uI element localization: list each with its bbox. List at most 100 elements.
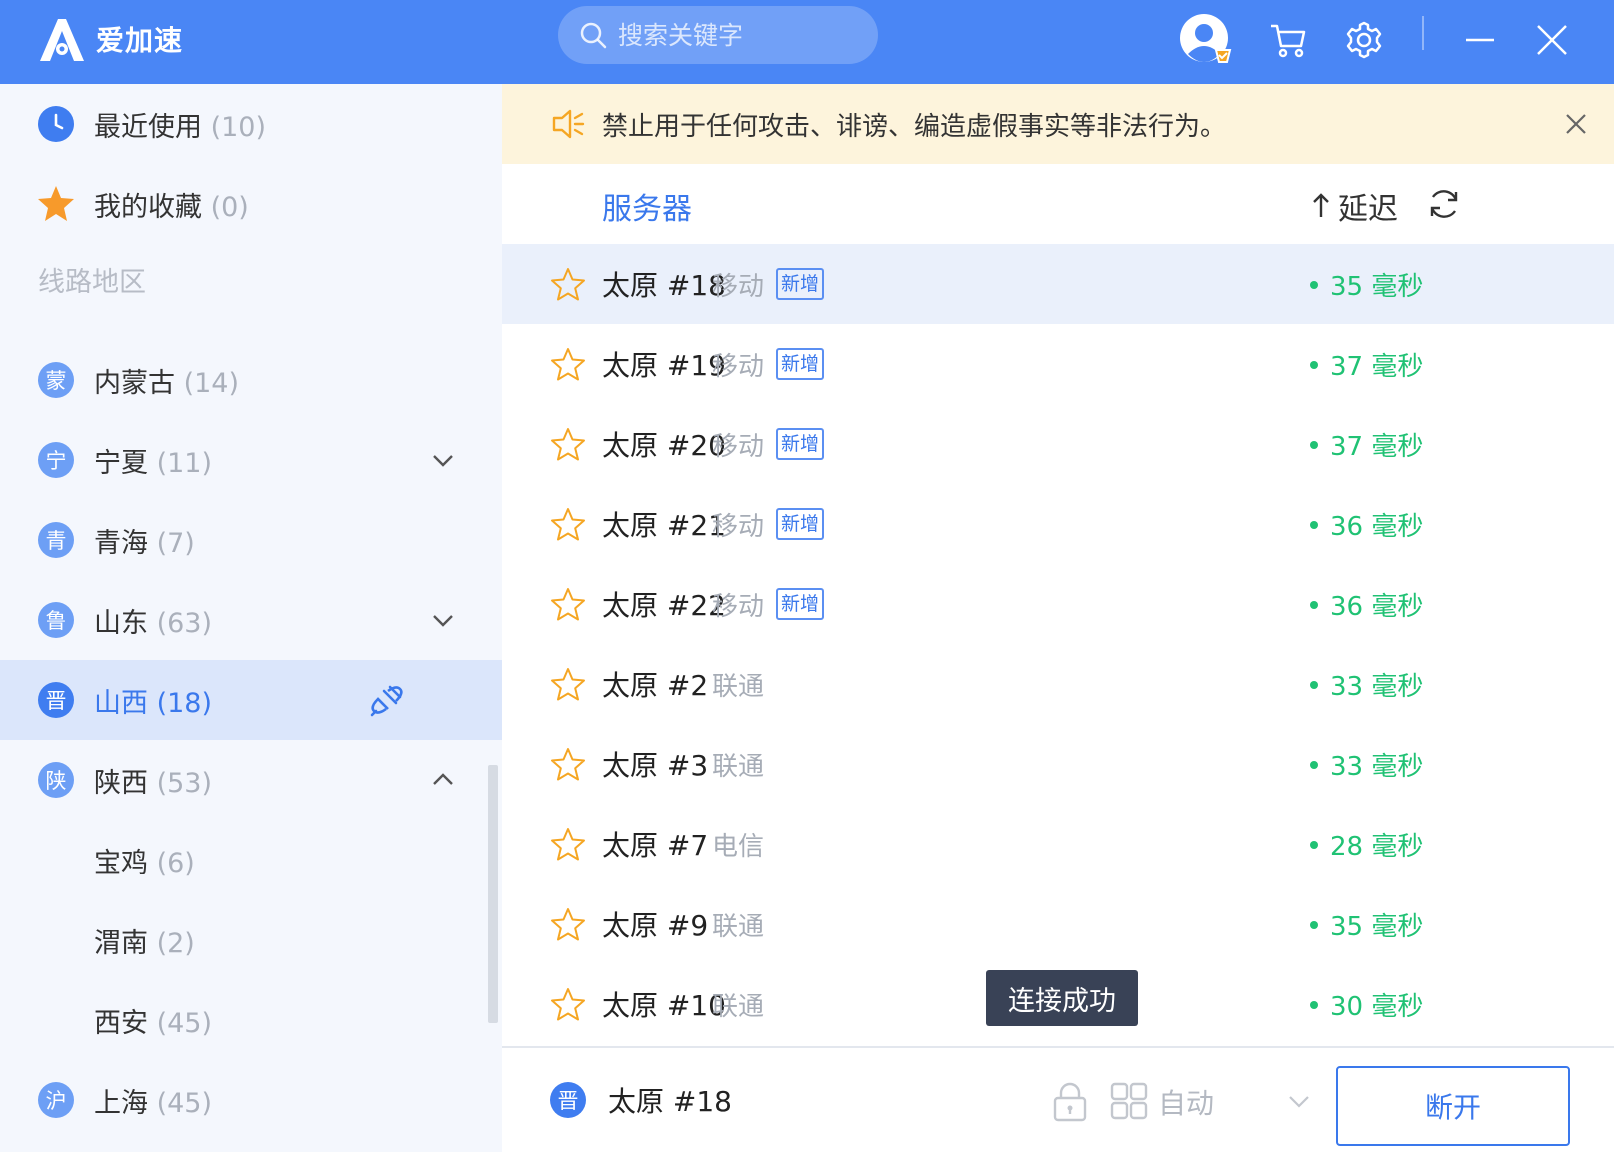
region-badge: 晋	[550, 1082, 586, 1118]
server-name: 太原 #20	[602, 429, 726, 462]
sidebar-item-label: 山东 (63)	[94, 607, 213, 639]
region-badge: 宁	[38, 442, 74, 478]
sidebar-item-neimenggu[interactable]: 蒙 内蒙古 (14)	[0, 340, 502, 420]
clock-icon	[38, 106, 74, 142]
server-name: 太原 #7	[602, 829, 709, 862]
column-header-server[interactable]: 服务器	[602, 184, 692, 228]
gear-icon	[1346, 21, 1382, 59]
server-row[interactable]: 太原 #19 移动 新增 37 毫秒	[502, 324, 1614, 404]
latency-value: 28 毫秒	[1310, 826, 1423, 863]
latency-value: 35 毫秒	[1310, 906, 1423, 943]
arrow-up-icon	[1313, 193, 1329, 217]
chevron-down-icon[interactable]	[430, 447, 456, 473]
server-row[interactable]: 太原 #20 移动 新增 37 毫秒	[502, 404, 1614, 484]
search-box[interactable]	[558, 6, 878, 64]
column-header-latency[interactable]: 延迟	[1310, 184, 1398, 228]
connection-bar: 晋 太原 #18 自动 断开	[502, 1046, 1614, 1152]
chevron-up-icon[interactable]	[430, 767, 456, 793]
favorite-star-icon[interactable]	[550, 666, 586, 702]
server-row[interactable]: 太原 #3 联通 33 毫秒	[502, 724, 1614, 804]
settings-button[interactable]	[1336, 12, 1392, 68]
avatar-button[interactable]	[1178, 12, 1234, 68]
cart-icon	[1271, 24, 1306, 58]
status-dot	[1310, 680, 1318, 689]
new-badge: 新增	[776, 348, 825, 380]
status-dot	[1310, 360, 1318, 369]
current-server-name: 太原 #18	[608, 1085, 732, 1118]
server-name: 太原 #2	[602, 669, 709, 702]
favorite-star-icon[interactable]	[550, 506, 586, 542]
refresh-icon[interactable]	[1426, 186, 1462, 222]
sidebar-item-shanghai[interactable]: 沪 上海 (45)	[0, 1060, 502, 1140]
minimize-button[interactable]	[1452, 12, 1508, 68]
favorite-star-icon[interactable]	[550, 906, 586, 942]
mode-select-value[interactable]: 自动	[1158, 1082, 1214, 1122]
server-panel: 禁止用于任何攻击、诽谤、编造虚假事实等非法行为。 服务器 延迟 太原 #18 移动…	[502, 84, 1614, 1152]
server-name: 太原 #10	[602, 989, 726, 1022]
sidebar-item-label: 青海 (7)	[94, 527, 195, 559]
sidebar-subitem-baoji[interactable]: 宝鸡 (6)	[0, 820, 502, 900]
server-name: 太原 #22	[602, 589, 726, 622]
logo-icon	[40, 19, 84, 61]
sidebar-subitem-weinan[interactable]: 渭南 (2)	[0, 900, 502, 980]
sidebar-item-qinghai[interactable]: 青 青海 (7)	[0, 500, 502, 580]
server-name: 太原 #19	[602, 349, 726, 382]
close-button[interactable]	[1524, 12, 1580, 68]
favorite-star-icon[interactable]	[550, 346, 586, 382]
latency-value: 37 毫秒	[1310, 426, 1423, 463]
favorite-star-icon[interactable]	[550, 826, 586, 862]
status-dot	[1310, 280, 1318, 289]
speaker-icon	[552, 109, 585, 139]
server-isp: 移动	[712, 592, 765, 622]
latency-value: 36 毫秒	[1310, 586, 1423, 623]
sidebar-item-recent[interactable]: 最近使用 (10)	[0, 84, 502, 164]
avatar-icon	[1180, 14, 1232, 63]
region-sidebar: 最近使用 (10) 我的收藏 (0) 线路地区 蒙 内蒙古 (14) 宁 宁夏 …	[0, 84, 502, 1152]
lock-icon[interactable]	[1052, 1082, 1088, 1122]
chevron-down-icon[interactable]	[430, 607, 456, 633]
server-row[interactable]: 太原 #2 联通 33 毫秒	[502, 644, 1614, 724]
server-isp: 移动	[712, 432, 765, 462]
server-isp: 联通	[712, 752, 765, 782]
favorite-star-icon[interactable]	[550, 426, 586, 462]
sidebar-item-ningxia[interactable]: 宁 宁夏 (11)	[0, 420, 502, 500]
server-row[interactable]: 太原 #21 移动 新增 36 毫秒	[502, 484, 1614, 564]
sidebar-item-shandong[interactable]: 鲁 山东 (63)	[0, 580, 502, 660]
new-badge: 新增	[776, 428, 825, 460]
sidebar-item-favorites[interactable]: 我的收藏 (0)	[0, 164, 502, 244]
region-badge: 蒙	[38, 362, 74, 398]
connected-plug-icon[interactable]	[368, 681, 406, 719]
sidebar-subitem-xian[interactable]: 西安 (45)	[0, 980, 502, 1060]
search-input[interactable]	[618, 20, 858, 50]
cart-button[interactable]	[1260, 12, 1316, 68]
server-row[interactable]: 太原 #9 联通 35 毫秒	[502, 884, 1614, 964]
close-icon[interactable]	[1562, 110, 1590, 138]
title-bar: 爱加速	[0, 0, 1614, 84]
latency-text: 33 毫秒	[1330, 672, 1424, 702]
sidebar-item-label: 我的收藏 (0)	[94, 191, 249, 223]
favorite-star-icon[interactable]	[550, 266, 586, 302]
sidebar-item-label: 陕西 (53)	[94, 767, 213, 799]
disconnect-button[interactable]: 断开	[1336, 1066, 1570, 1146]
latency-value: 33 毫秒	[1310, 746, 1423, 783]
server-row[interactable]: 太原 #7 电信 28 毫秒	[502, 804, 1614, 884]
server-isp: 移动	[712, 272, 765, 302]
latency-value: 36 毫秒	[1310, 506, 1423, 543]
favorite-star-icon[interactable]	[550, 586, 586, 622]
favorite-star-icon[interactable]	[550, 986, 586, 1022]
close-icon	[1537, 25, 1567, 55]
sidebar-scrollbar[interactable]	[488, 765, 498, 1023]
sidebar-item-shaanxi[interactable]: 陕 陕西 (53)	[0, 740, 502, 820]
sidebar-item-shanxi[interactable]: 晋 山西 (18)	[0, 660, 502, 740]
server-name: 太原 #3	[602, 749, 709, 782]
status-dot	[1310, 1000, 1318, 1009]
latency-value: 35 毫秒	[1310, 266, 1423, 303]
favorite-star-icon[interactable]	[550, 746, 586, 782]
sidebar-item-label: 山西 (18)	[94, 687, 213, 719]
server-row[interactable]: 太原 #18 移动 新增 35 毫秒	[502, 244, 1614, 324]
chevron-down-icon[interactable]	[1286, 1092, 1312, 1112]
server-name: 太原 #21	[602, 509, 726, 542]
status-dot	[1310, 440, 1318, 449]
server-row[interactable]: 太原 #22 移动 新增 36 毫秒	[502, 564, 1614, 644]
section-heading: 线路地区	[38, 267, 146, 298]
